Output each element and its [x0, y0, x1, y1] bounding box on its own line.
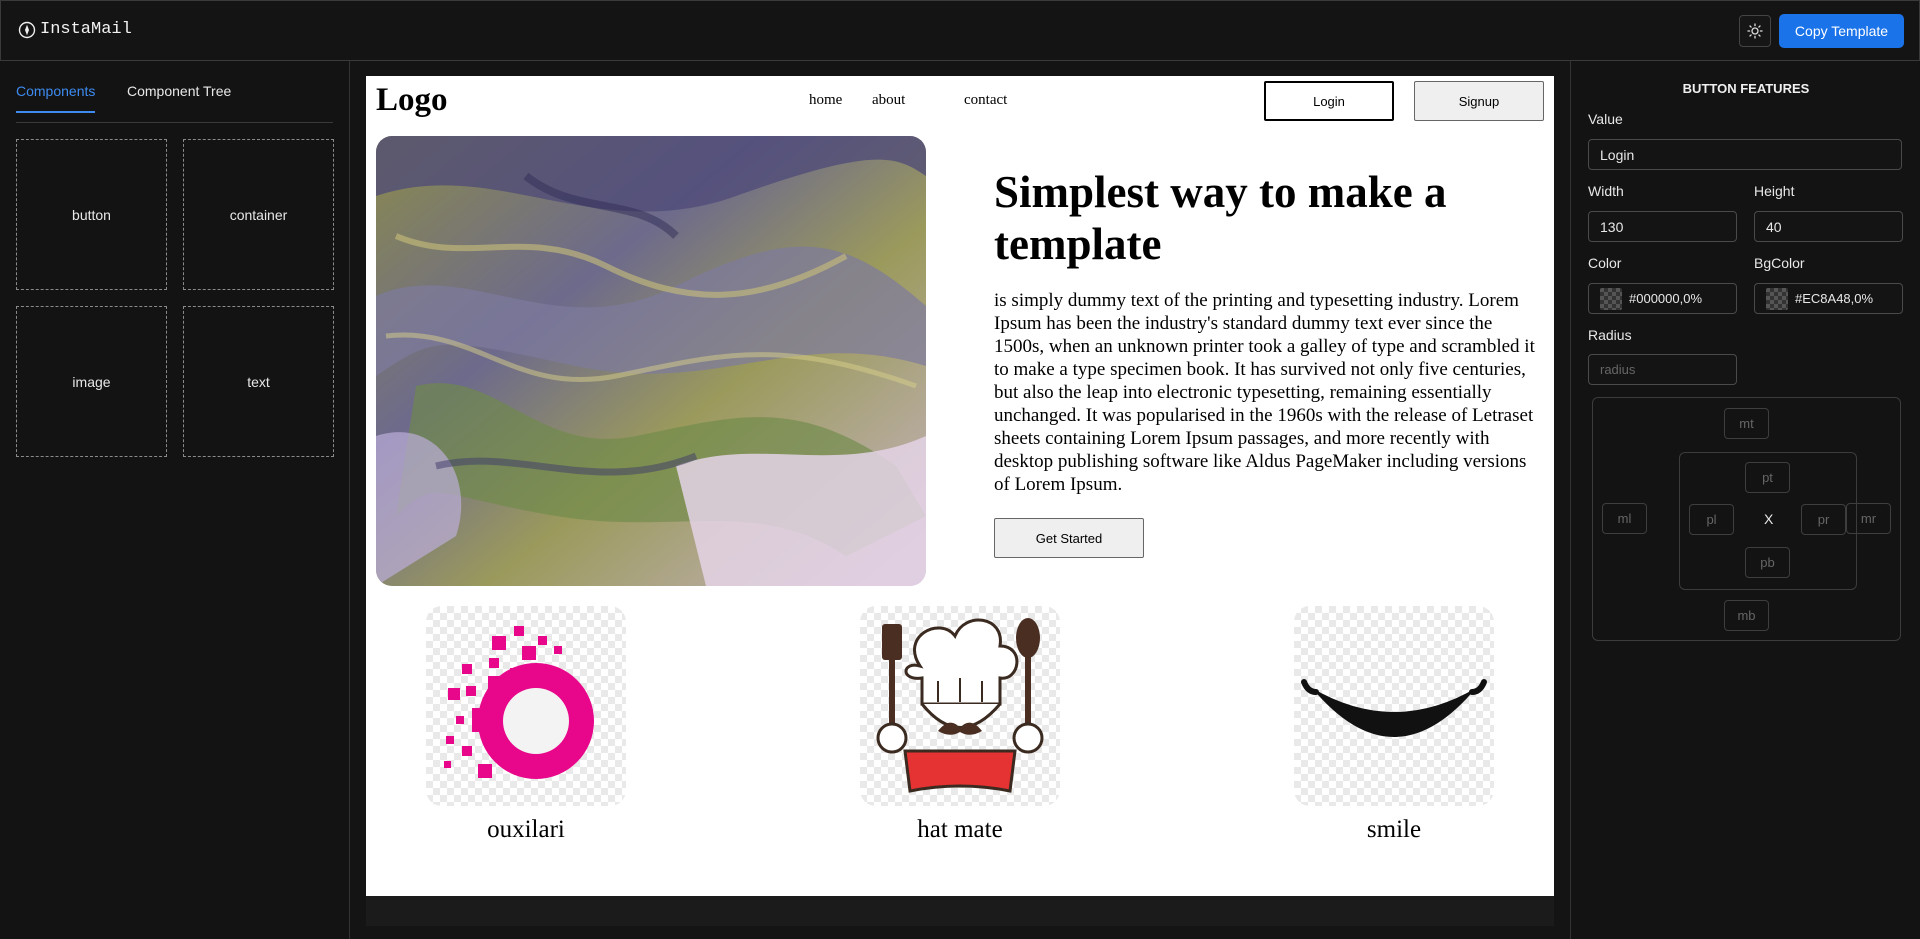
- satellite-terrain-image: [376, 136, 926, 586]
- padding-left-input[interactable]: pl: [1689, 504, 1734, 535]
- smile-icon: [1301, 679, 1487, 737]
- template-footer-strip: [366, 896, 1554, 926]
- copy-template-button[interactable]: Copy Template: [1779, 14, 1904, 48]
- properties-panel: BUTTON FEATURES Value Login Width 130 He…: [1570, 61, 1920, 939]
- spacing-box-margin: mt ml mr mb pt pl pr pb X: [1592, 397, 1901, 641]
- height-input[interactable]: 40: [1754, 211, 1903, 242]
- color-swatch: [1600, 287, 1622, 310]
- bgcolor-value: #EC8A48,0%: [1795, 291, 1874, 306]
- bgcolor-label: BgColor: [1754, 255, 1805, 271]
- spacing-box-padding: pt pl pr pb X: [1679, 452, 1857, 590]
- spacing-center-mark: X: [1764, 511, 1774, 527]
- width-label: Width: [1588, 183, 1624, 199]
- tab-component-tree[interactable]: Component Tree: [127, 83, 231, 111]
- editor-canvas: Logo home about contact Login Signup Sim…: [350, 61, 1570, 939]
- component-button[interactable]: button: [16, 139, 167, 290]
- hero-title[interactable]: Simplest way to make a template: [994, 166, 1534, 270]
- bgcolor-picker[interactable]: #EC8A48,0%: [1754, 283, 1903, 314]
- get-started-button[interactable]: Get Started: [994, 518, 1144, 558]
- hero-image[interactable]: [376, 136, 926, 586]
- nav-link-about[interactable]: about: [872, 92, 905, 109]
- card-hat-mate[interactable]: hat mate: [860, 606, 1060, 844]
- tab-components[interactable]: Components: [16, 83, 96, 113]
- template-page[interactable]: Logo home about contact Login Signup Sim…: [366, 76, 1554, 896]
- card-smile[interactable]: smile: [1294, 606, 1494, 844]
- card-caption[interactable]: hat mate: [860, 816, 1060, 844]
- width-input[interactable]: 130: [1588, 211, 1737, 242]
- height-label: Height: [1754, 183, 1795, 199]
- nav-link-contact[interactable]: contact: [964, 92, 1007, 109]
- radius-input[interactable]: radius: [1588, 354, 1737, 385]
- component-container[interactable]: container: [183, 139, 334, 290]
- components-sidebar: Components Component Tree button contain…: [0, 61, 350, 939]
- bgcolor-swatch: [1766, 287, 1788, 310]
- template-logo[interactable]: Logo: [376, 82, 448, 119]
- card-image: [1294, 606, 1494, 806]
- margin-top-input[interactable]: mt: [1724, 408, 1769, 439]
- theme-toggle-button[interactable]: [1739, 15, 1771, 47]
- card-caption[interactable]: smile: [1294, 816, 1494, 844]
- radius-label: Radius: [1588, 327, 1632, 343]
- margin-left-input[interactable]: ml: [1602, 503, 1647, 534]
- chef-hat-logo-icon: [876, 618, 1044, 793]
- ouxilari-logo-icon: [444, 626, 594, 779]
- signup-button[interactable]: Signup: [1414, 81, 1544, 121]
- card-image: [860, 606, 1060, 806]
- app-name: InstaMail: [40, 20, 132, 39]
- sidebar-tabs: Components Component Tree: [16, 83, 333, 123]
- top-bar: InstaMail Copy Template: [0, 0, 1920, 61]
- value-label: Value: [1588, 111, 1623, 127]
- card-ouxilari[interactable]: ouxilari: [426, 606, 626, 844]
- value-input[interactable]: Login: [1588, 139, 1902, 170]
- color-picker[interactable]: #000000,0%: [1588, 283, 1737, 314]
- hero-body-text[interactable]: is simply dummy text of the printing and…: [994, 289, 1542, 496]
- component-image[interactable]: image: [16, 306, 167, 457]
- compass-icon: [18, 21, 36, 38]
- padding-right-input[interactable]: pr: [1801, 504, 1846, 535]
- color-value: #000000,0%: [1629, 291, 1703, 306]
- login-button[interactable]: Login: [1264, 81, 1394, 121]
- brand: InstaMail: [18, 20, 132, 39]
- card-image: [426, 606, 626, 806]
- component-text[interactable]: text: [183, 306, 334, 457]
- card-caption[interactable]: ouxilari: [426, 816, 626, 844]
- padding-top-input[interactable]: pt: [1745, 462, 1790, 493]
- color-label: Color: [1588, 255, 1622, 271]
- sun-icon: [1747, 23, 1763, 39]
- nav-link-home[interactable]: home: [809, 92, 842, 109]
- panel-title: BUTTON FEATURES: [1682, 81, 1810, 96]
- padding-bottom-input[interactable]: pb: [1745, 547, 1790, 578]
- margin-bottom-input[interactable]: mb: [1724, 600, 1769, 631]
